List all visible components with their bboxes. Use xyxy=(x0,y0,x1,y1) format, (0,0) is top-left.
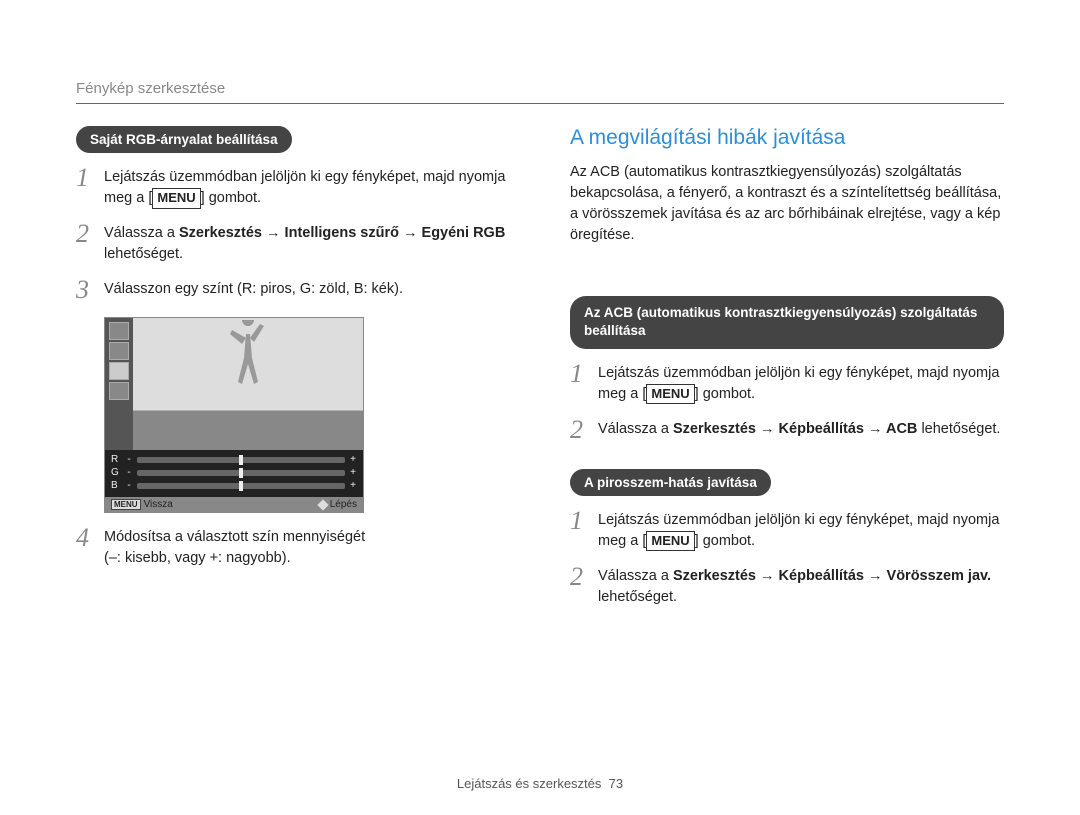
step-text: lehetőséget. xyxy=(917,421,1000,437)
menu-button-label: MENU xyxy=(646,531,694,552)
camera-screen-mockup: R - + G - + B - + xyxy=(104,317,364,513)
left-column: Saját RGB-árnyalat beállítása 1 Lejátszá… xyxy=(76,126,510,622)
mock-menu-icon: MENU xyxy=(111,499,141,510)
slider-thumb xyxy=(239,468,243,478)
step-body: Lejátszás üzemmódban jelöljön ki egy fén… xyxy=(104,167,510,209)
slider-track xyxy=(137,457,345,463)
slider-thumb xyxy=(239,455,243,465)
menu-path: Szerkesztés → Képbeállítás → Vörösszem j… xyxy=(673,568,991,584)
mock-footer: MENU Vissza Lépés xyxy=(105,497,363,512)
slider-label-r: R xyxy=(111,454,121,465)
slider-label-g: G xyxy=(111,467,121,478)
page-header-title: Fénykép szerkesztése xyxy=(76,80,1004,97)
step-body: Lejátszás üzemmódban jelöljön ki egy fén… xyxy=(598,510,1004,552)
step-body: Módosítsa a választott szín mennyiségét … xyxy=(104,527,510,569)
mock-move: Lépés xyxy=(319,499,357,510)
lighting-fix-heading: A megvilágítási hibák javítása xyxy=(570,126,1004,150)
slider-minus: - xyxy=(125,454,133,465)
step-text: Válassza a xyxy=(598,568,673,584)
mock-sidebar-icon xyxy=(109,322,129,340)
step-body: Válasszon egy színt (R: piros, G: zöld, … xyxy=(104,279,510,303)
rgb-sliders-panel: R - + G - + B - + xyxy=(105,450,363,497)
slider-row-r: R - + xyxy=(111,454,357,465)
mock-move-label: Lépés xyxy=(330,499,357,510)
redeye-section-pill: A pirosszem-hatás javítása xyxy=(570,469,771,496)
rgb-step-1: 1 Lejátszás üzemmódban jelöljön ki egy f… xyxy=(76,167,510,209)
step-text: ] gombot. xyxy=(695,533,755,549)
step-number: 1 xyxy=(570,508,598,552)
slider-thumb xyxy=(239,481,243,491)
mock-top xyxy=(105,318,363,450)
menu-button-label: MENU xyxy=(646,384,694,405)
slider-minus: - xyxy=(125,467,133,478)
slider-minus: - xyxy=(125,480,133,491)
rgb-step-3: 3 Válasszon egy színt (R: piros, G: zöld… xyxy=(76,279,510,303)
mock-sidebar xyxy=(105,318,133,450)
step-text: ] gombot. xyxy=(201,190,261,206)
rgb-step-4: 4 Módosítsa a választott szín mennyiségé… xyxy=(76,527,510,569)
content-columns: Saját RGB-árnyalat beállítása 1 Lejátszá… xyxy=(76,126,1004,622)
person-silhouette-icon xyxy=(218,320,278,410)
menu-button-label: MENU xyxy=(152,188,200,209)
acb-step-2: 2 Válassza a Szerkesztés → Képbeállítás … xyxy=(570,419,1004,443)
slider-track xyxy=(137,470,345,476)
mock-back-label: Vissza xyxy=(144,499,173,510)
acb-section-pill: Az ACB (automatikus kontrasztkiegyensúly… xyxy=(570,296,1004,348)
rgb-section-pill: Saját RGB-árnyalat beállítása xyxy=(76,126,292,153)
step-body: Válassza a Szerkesztés → Intelligens szű… xyxy=(104,223,510,265)
step-number: 2 xyxy=(570,417,598,443)
step-body: Válassza a Szerkesztés → Képbeállítás → … xyxy=(598,566,1004,608)
step-text: Válassza a xyxy=(598,421,673,437)
slider-row-g: G - + xyxy=(111,467,357,478)
menu-path: Szerkesztés → Intelligens szűrő → Egyéni… xyxy=(179,225,505,241)
redeye-step-2: 2 Válassza a Szerkesztés → Képbeállítás … xyxy=(570,566,1004,608)
mock-sidebar-icon xyxy=(109,342,129,360)
footer-page-number: 73 xyxy=(609,776,623,791)
slider-plus: + xyxy=(349,454,357,465)
step-text: lehetőséget. xyxy=(104,246,183,262)
footer-chapter: Lejátszás és szerkesztés xyxy=(457,776,602,791)
step-text: ] gombot. xyxy=(695,386,755,402)
mock-sidebar-icon xyxy=(109,362,129,380)
slider-plus: + xyxy=(349,467,357,478)
step-number: 4 xyxy=(76,525,104,569)
mock-photo-area xyxy=(133,318,363,450)
lighting-fix-intro: Az ACB (automatikus kontrasztkiegyensúly… xyxy=(570,162,1004,246)
step-text: Válassza a xyxy=(104,225,179,241)
step-number: 1 xyxy=(570,361,598,405)
mock-sidebar-icon xyxy=(109,382,129,400)
slider-track xyxy=(137,483,345,489)
redeye-step-1: 1 Lejátszás üzemmódban jelöljön ki egy f… xyxy=(570,510,1004,552)
step-number: 2 xyxy=(570,564,598,608)
step-body: Válassza a Szerkesztés → Képbeállítás → … xyxy=(598,419,1004,443)
step-number: 2 xyxy=(76,221,104,265)
step-text: Módosítsa a választott szín mennyiségét xyxy=(104,527,510,548)
slider-plus: + xyxy=(349,480,357,491)
acb-step-1: 1 Lejátszás üzemmódban jelöljön ki egy f… xyxy=(570,363,1004,405)
mock-back: MENU Vissza xyxy=(111,499,173,510)
slider-label-b: B xyxy=(111,480,121,491)
step-text: (–: kisebb, vagy +: nagyobb). xyxy=(104,548,510,569)
page: Fénykép szerkesztése Saját RGB-árnyalat … xyxy=(0,0,1080,622)
page-footer: Lejátszás és szerkesztés 73 xyxy=(0,776,1080,791)
dpad-icon xyxy=(317,499,328,510)
step-number: 1 xyxy=(76,165,104,209)
step-body: Lejátszás üzemmódban jelöljön ki egy fén… xyxy=(598,363,1004,405)
menu-path: Szerkesztés → Képbeállítás → ACB xyxy=(673,421,917,437)
rgb-step-2: 2 Válassza a Szerkesztés → Intelligens s… xyxy=(76,223,510,265)
step-number: 3 xyxy=(76,277,104,303)
header-rule xyxy=(76,103,1004,104)
slider-row-b: B - + xyxy=(111,480,357,491)
step-text: lehetőséget. xyxy=(598,589,677,605)
right-column: A megvilágítási hibák javítása Az ACB (a… xyxy=(570,126,1004,622)
